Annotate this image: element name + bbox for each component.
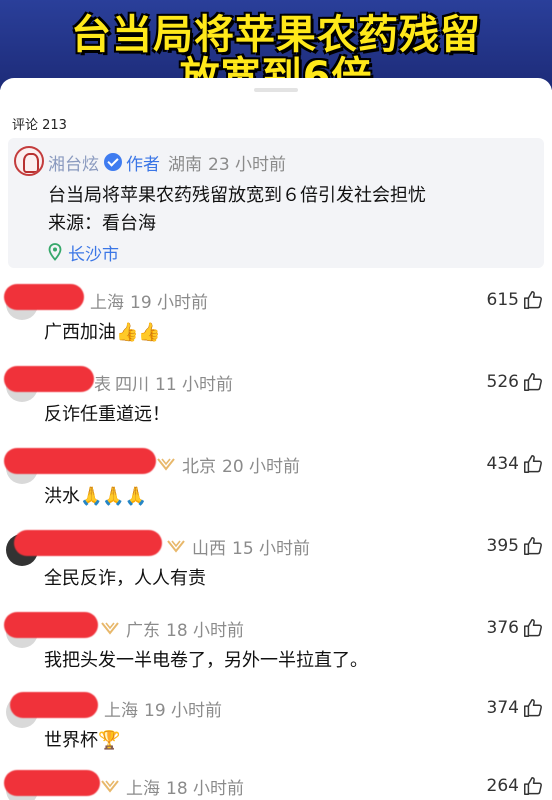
comment-region: 广东	[126, 620, 160, 641]
video-header[interactable]: 台当局将苹果农药残留 放宽到6倍	[0, 0, 552, 90]
comment-region: 上海	[104, 700, 138, 721]
drag-handle[interactable]	[254, 88, 298, 92]
comment-region: 四川	[115, 374, 149, 395]
author-avatar[interactable]	[14, 146, 44, 176]
location-label: 长沙市	[68, 244, 119, 265]
author-post-text: 台当局将苹果农药残留放宽到６倍引发社会担忧	[48, 185, 426, 206]
comment-time: 11 小时前	[155, 374, 234, 395]
comment-count: 评论 213	[12, 118, 67, 133]
comment-region: 北京	[182, 456, 216, 477]
comment-time: 20 小时前	[222, 456, 301, 477]
fan-badge-icon	[101, 622, 119, 635]
thumbs-up-icon	[524, 777, 542, 795]
comment-item[interactable]: 山西 15 小时前 全民反诈，人人有责 395	[0, 528, 552, 610]
fan-badge-icon	[167, 540, 185, 553]
location-tag[interactable]: 长沙市	[48, 240, 119, 265]
comment-time: 18 小时前	[166, 620, 245, 641]
author-time: 23 小时前	[208, 154, 287, 175]
username-trailing-char: 表	[94, 374, 111, 395]
comment-time: 19 小时前	[130, 292, 209, 313]
thumbs-up-icon	[524, 537, 542, 555]
comment-time: 15 小时前	[232, 538, 311, 559]
redacted-username	[10, 692, 98, 718]
comment-meta: 山西 15 小时前	[166, 534, 311, 559]
fan-badge-icon	[157, 458, 175, 471]
thumbs-up-icon	[524, 619, 542, 637]
comment-meta: 上海 18 小时前	[100, 774, 245, 799]
like-count: 434	[486, 454, 519, 474]
comment-text: 广西加油👍👍	[44, 322, 161, 343]
comment-item[interactable]: 上海 19 小时前 广西加油👍👍 615	[0, 282, 552, 364]
author-region: 湖南	[168, 154, 202, 175]
thumbs-up-icon	[524, 291, 542, 309]
comment-meta: 表 四川 11 小时前	[94, 370, 234, 395]
redacted-username	[4, 366, 94, 392]
like-button[interactable]: 264	[487, 774, 544, 798]
comment-meta: 广东 18 小时前	[100, 616, 245, 641]
comment-item[interactable]: 表 四川 11 小时前 反诈任重道远！ 526	[0, 364, 552, 446]
thumbs-up-icon	[524, 373, 542, 391]
like-count: 395	[486, 536, 519, 556]
redacted-username	[14, 530, 162, 556]
comment-text: 世界杯🏆	[44, 730, 121, 751]
like-button[interactable]: 395	[487, 534, 544, 558]
like-button[interactable]: 615	[487, 288, 544, 312]
like-count: 374	[486, 698, 519, 718]
fan-badge-icon	[101, 780, 119, 793]
author-meta: 湘台炫 作者 湖南 23 小时前	[48, 150, 287, 175]
like-button[interactable]: 434	[487, 452, 544, 476]
like-button[interactable]: 526	[487, 370, 544, 394]
like-count: 264	[486, 776, 519, 796]
thumbs-up-icon	[524, 699, 542, 717]
like-button[interactable]: 374	[487, 696, 544, 720]
author-post-card[interactable]: 湘台炫 作者 湖南 23 小时前 台当局将苹果农药残留放宽到６倍引发社会担忧 来…	[8, 138, 544, 268]
comment-text: 洪水🙏🙏🙏	[44, 486, 148, 507]
redacted-username	[4, 448, 156, 474]
like-button[interactable]: 376	[487, 616, 544, 640]
comment-item[interactable]: 上海 18 小时前 264	[0, 768, 552, 800]
comment-region: 上海	[90, 292, 124, 313]
verified-check-icon	[104, 153, 122, 171]
like-count: 615	[486, 290, 519, 310]
redacted-username	[4, 770, 100, 796]
thumbs-up-icon	[524, 455, 542, 473]
like-count: 526	[486, 372, 519, 392]
author-post-source: 来源：看台海	[48, 213, 156, 234]
comment-text: 全民反诈，人人有责	[44, 568, 206, 589]
comment-meta: 北京 20 小时前	[156, 452, 301, 477]
comment-time: 19 小时前	[144, 700, 223, 721]
comment-region: 上海	[126, 778, 160, 799]
comment-meta: 上海 19 小时前	[104, 696, 223, 721]
redacted-username	[4, 284, 84, 310]
comment-item[interactable]: 广东 18 小时前 我把头发一半电卷了，另外一半拉直了。 376	[0, 610, 552, 692]
comment-item[interactable]: 上海 19 小时前 世界杯🏆 374	[0, 690, 552, 772]
comment-item[interactable]: 北京 20 小时前 洪水🙏🙏🙏 434	[0, 446, 552, 528]
like-count: 376	[486, 618, 519, 638]
comment-text: 我把头发一半电卷了，另外一半拉直了。	[44, 650, 368, 671]
comment-time: 18 小时前	[166, 778, 245, 799]
author-name[interactable]: 湘台炫	[48, 150, 99, 175]
map-pin-icon	[48, 243, 62, 261]
redacted-username	[4, 612, 98, 638]
comment-text: 反诈任重道远！	[44, 404, 170, 425]
comment-region: 山西	[192, 538, 226, 559]
comment-meta: 上海 19 小时前	[90, 288, 209, 313]
author-badge: 作者	[126, 154, 160, 175]
